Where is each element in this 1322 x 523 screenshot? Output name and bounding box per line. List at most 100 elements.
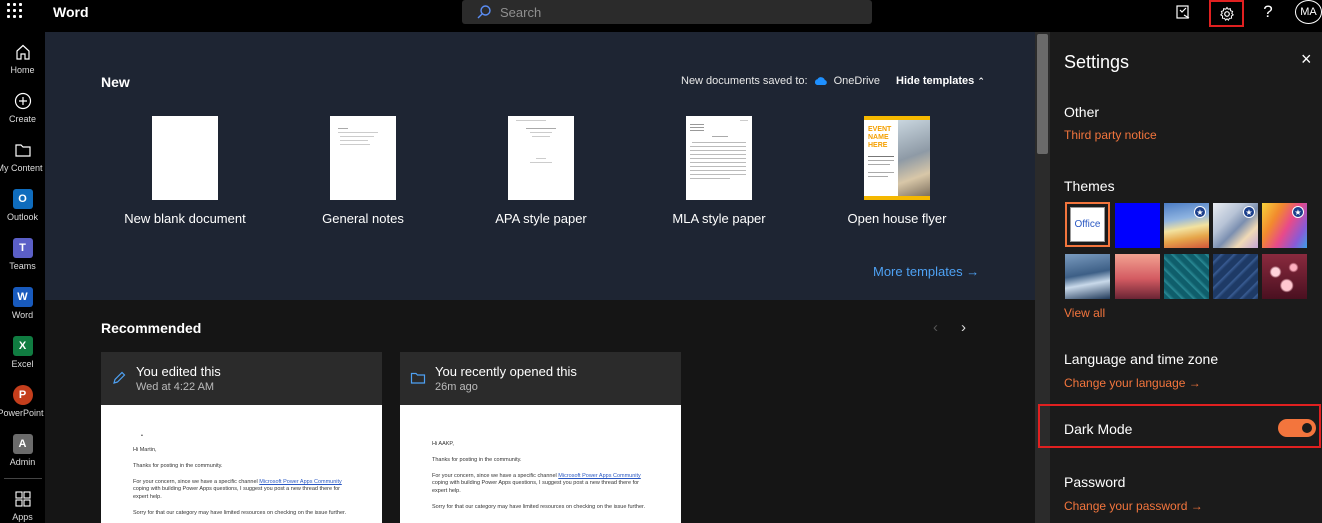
rail-label: Home [10, 65, 35, 75]
hide-templates-button[interactable]: Hide templates ⌃ [896, 75, 985, 87]
theme-navigation[interactable] [1213, 254, 1258, 299]
view-all-themes-link[interactable]: View all [1064, 306, 1105, 320]
flyer-headline: EVENT NAME HERE [868, 126, 892, 149]
recommended-card-edited[interactable]: You edited this Wed at 4:22 AM • Hi Mart… [101, 352, 382, 523]
card-heading: You recently opened this [435, 364, 577, 379]
rail-label: Word [11, 310, 34, 320]
template-name: MLA style paper [672, 211, 766, 226]
save-location-onedrive[interactable]: OneDrive [834, 75, 880, 87]
template-thumbnail [152, 116, 218, 200]
rail-item-apps[interactable]: Apps [0, 483, 45, 523]
rail-label: Admin [9, 457, 36, 467]
rail-item-my-content[interactable]: My Content [0, 134, 45, 180]
rail-item-home[interactable]: Home [0, 36, 45, 82]
theme-blue[interactable] [1115, 203, 1160, 248]
card-timestamp: 26m ago [435, 381, 478, 393]
rail-divider [4, 478, 42, 479]
rail-item-teams[interactable]: T Teams [0, 232, 45, 278]
theme-colorful[interactable]: ★ [1262, 203, 1307, 248]
rail-label: Apps [12, 512, 33, 522]
template-general-notes[interactable]: General notes [283, 116, 443, 226]
save-location-label: New documents saved to: [681, 75, 808, 87]
rail-label: Create [8, 114, 36, 124]
new-section: New New documents saved to: OneDrive Hid… [45, 32, 1035, 300]
recommended-card-opened[interactable]: You recently opened this 26m ago Hi AAKP… [400, 352, 681, 523]
theme-bokeh[interactable] [1262, 254, 1307, 299]
preview-paragraph: For your concern, since we have a specif… [133, 479, 342, 500]
rail-label: My Content [0, 163, 43, 173]
language-heading: Language and time zone [1064, 351, 1219, 367]
admin-icon: A [12, 434, 33, 454]
theme-paper-planes[interactable]: ★ [1213, 203, 1258, 248]
dark-mode-toggle[interactable] [1278, 419, 1316, 437]
preview-paragraph: For your concern, since we have a specif… [432, 473, 641, 494]
save-location: New documents saved to: OneDrive [681, 75, 880, 87]
theme-mountain[interactable] [1065, 254, 1110, 299]
preview-greeting: Hi AAKP, [432, 441, 454, 447]
password-heading: Password [1064, 474, 1126, 490]
change-language-link[interactable]: Change your language → [1064, 376, 1201, 390]
outlook-icon: O [12, 189, 33, 209]
close-icon[interactable]: × [1301, 49, 1312, 70]
theme-office-label: Office [1070, 207, 1105, 242]
app-name[interactable]: Word [53, 4, 89, 20]
settings-pane: Settings × Other Third party notice Them… [1038, 32, 1322, 523]
themes-heading: Themes [1064, 178, 1115, 194]
more-templates-link[interactable]: More templates → [873, 264, 979, 279]
template-blank[interactable]: New blank document [105, 116, 265, 226]
card-heading: You edited this [136, 364, 221, 379]
preview-link: Microsoft Power Apps Community [259, 479, 342, 486]
chevron-right-icon[interactable]: › [961, 319, 966, 336]
settings-title: Settings [1064, 52, 1130, 72]
rail-item-outlook[interactable]: O Outlook [0, 183, 45, 229]
rail-item-powerpoint[interactable]: P PowerPoint [0, 379, 45, 425]
rail-label: PowerPoint [0, 408, 44, 418]
rail-item-word[interactable]: W Word [0, 281, 45, 327]
search-box[interactable]: Search [462, 0, 872, 24]
template-thumbnail [330, 116, 396, 200]
rail-item-admin[interactable]: A Admin [0, 428, 45, 474]
chevron-up-icon: ⌃ [977, 76, 985, 86]
theme-circuit[interactable] [1164, 254, 1209, 299]
template-apa[interactable]: APA style paper [461, 116, 621, 226]
template-name: APA style paper [495, 211, 587, 226]
search-placeholder: Search [500, 5, 542, 20]
preview-paragraph: Sorry for that our category may have lim… [133, 509, 347, 516]
home-icon [13, 42, 33, 62]
theme-palm-trees[interactable] [1115, 254, 1160, 299]
help-button[interactable]: ? [1258, 0, 1278, 24]
main-scrollbar-thumb[interactable] [1037, 34, 1048, 154]
theme-office[interactable]: Office [1065, 202, 1110, 247]
document-preview: Hi AAKP, Thanks for posting in the commu… [400, 405, 681, 523]
avatar[interactable]: MA [1295, 0, 1322, 24]
toggle-knob [1302, 423, 1312, 433]
template-open-house-flyer[interactable]: EVENT NAME HERE Open house flyer [817, 116, 977, 226]
template-thumbnail: EVENT NAME HERE [864, 116, 930, 200]
theme-sunset-stripes[interactable]: ★ [1164, 203, 1209, 248]
card-timestamp: Wed at 4:22 AM [136, 381, 215, 393]
app-launcher-icon[interactable] [7, 3, 23, 19]
folder-icon [410, 372, 426, 384]
third-party-notice-link[interactable]: Third party notice [1064, 128, 1157, 142]
rail-label: Excel [11, 359, 34, 369]
feedback-icon[interactable] [1172, 0, 1194, 24]
preview-paragraph: Thanks for posting in the community. [432, 457, 522, 464]
word-icon: W [12, 287, 33, 307]
change-password-link[interactable]: Change your password → [1064, 499, 1203, 513]
rail-item-create[interactable]: Create [0, 85, 45, 131]
folder-icon [13, 140, 33, 160]
star-icon: ★ [1194, 206, 1206, 218]
chevron-left-icon[interactable]: ‹ [933, 319, 938, 336]
preview-link: Microsoft Power Apps Community [558, 473, 641, 480]
main-content: New New documents saved to: OneDrive Hid… [45, 32, 1035, 523]
preview-paragraph: Thanks for posting in the community. [133, 463, 223, 470]
pencil-icon [113, 371, 126, 384]
settings-button[interactable] [1209, 0, 1244, 27]
rail-label: Outlook [6, 212, 39, 222]
apps-icon [13, 489, 33, 509]
other-heading: Other [1064, 104, 1100, 120]
rail-item-excel[interactable]: X Excel [0, 330, 45, 376]
rail-label: Teams [9, 261, 36, 271]
template-mla[interactable]: MLA style paper [639, 116, 799, 226]
new-section-title: New [101, 74, 130, 90]
